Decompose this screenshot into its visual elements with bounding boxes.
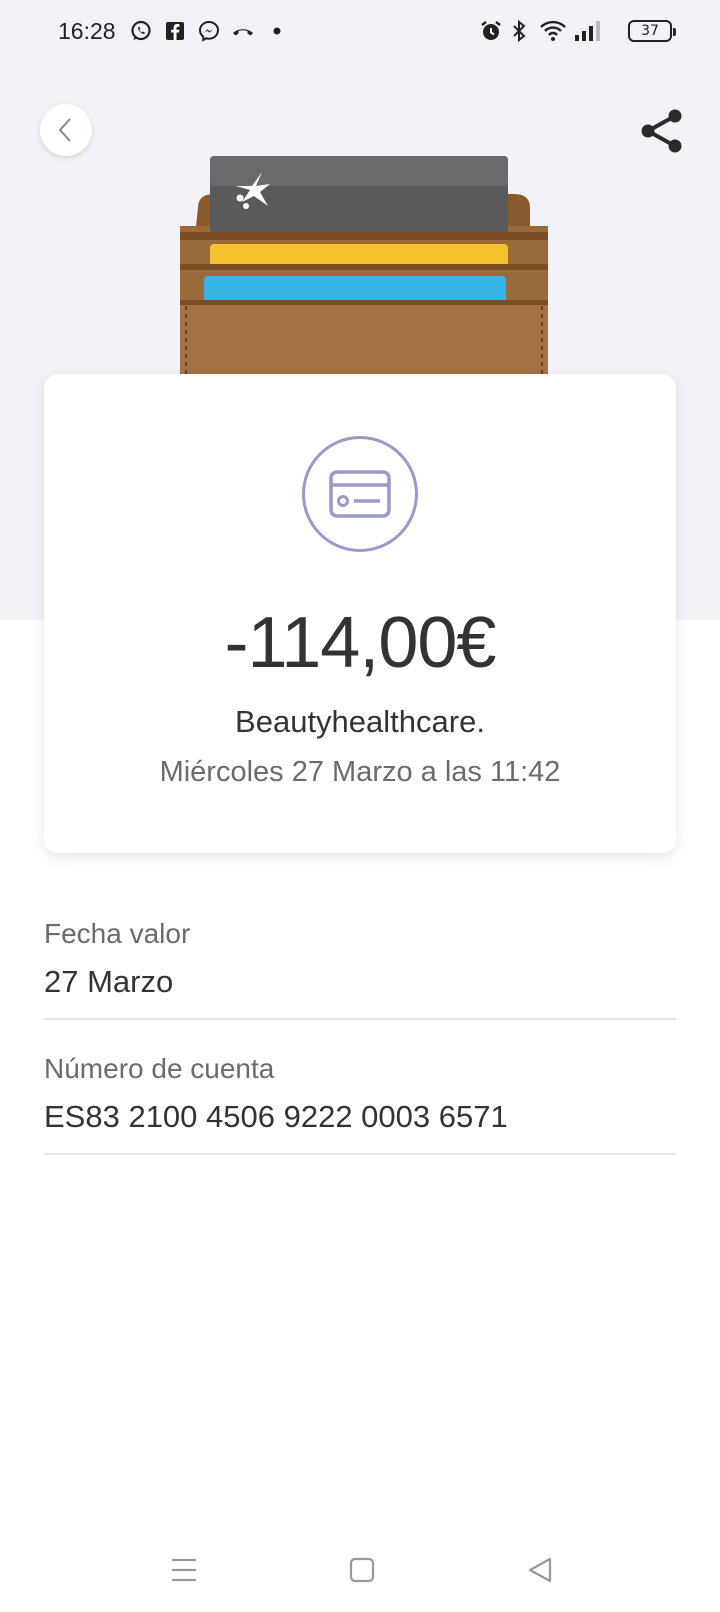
- transaction-amount: -114,00€: [224, 603, 497, 683]
- account-number-label: Número de cuenta: [44, 1053, 275, 1084]
- missed-call-icon: [230, 18, 256, 44]
- system-nav-bar: [0, 1540, 720, 1600]
- facebook-icon: [162, 18, 188, 44]
- signal-icon: [572, 18, 602, 44]
- share-button[interactable]: [638, 106, 686, 156]
- wallet-illustration: [180, 156, 548, 384]
- credit-card-icon: [302, 436, 418, 552]
- status-bar: 16:28 37: [0, 0, 720, 66]
- status-time: 16:28: [58, 18, 116, 44]
- value-date-label: Fecha valor: [44, 918, 191, 949]
- transaction-datetime: Miércoles 27 Marzo a las 11:42: [159, 756, 561, 788]
- home-icon: [349, 1557, 375, 1583]
- whatsapp-icon: [128, 18, 154, 44]
- back-nav-button[interactable]: [520, 1552, 560, 1588]
- back-triangle-icon: [526, 1556, 554, 1584]
- account-number-field: Número de cuenta ES83 2100 4506 9222 000…: [44, 1053, 676, 1155]
- bluetooth-icon: [506, 18, 532, 44]
- back-button[interactable]: [40, 104, 92, 156]
- menu-button[interactable]: [164, 1552, 204, 1588]
- merchant-name: Beautyhealthcare.: [235, 704, 485, 739]
- alarm-icon: [478, 18, 504, 44]
- battery-icon: 37: [628, 20, 676, 42]
- value-date-value: 27 Marzo: [44, 964, 174, 999]
- messenger-icon: [196, 18, 222, 44]
- share-icon: [640, 108, 684, 154]
- chevron-left-icon: [56, 116, 76, 144]
- value-date-field: Fecha valor 27 Marzo: [44, 918, 676, 1020]
- account-number-value: ES83 2100 4506 9222 0003 6571: [44, 1099, 508, 1134]
- home-button[interactable]: [342, 1552, 382, 1588]
- dot-icon: [264, 18, 290, 44]
- menu-icon: [170, 1557, 198, 1583]
- transaction-card: -114,00€ Beautyhealthcare. Miércoles 27 …: [44, 374, 676, 853]
- wifi-icon: [538, 18, 568, 44]
